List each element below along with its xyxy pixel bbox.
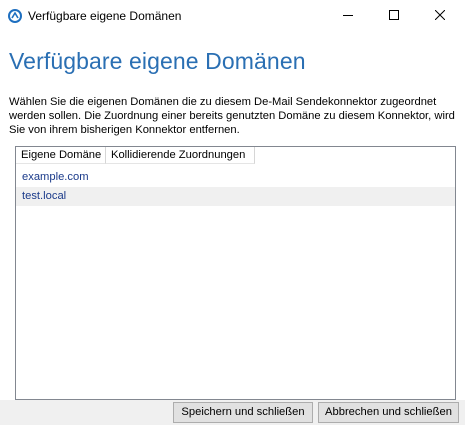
maximize-button[interactable] [371,0,417,31]
save-and-close-button[interactable]: Speichern und schließen [173,402,313,423]
exchange-app-icon [8,9,22,23]
minimize-button[interactable] [325,0,371,31]
cancel-and-close-button[interactable]: Abbrechen und schließen [318,402,459,423]
maximize-icon [389,7,399,25]
list-item[interactable]: test.local [16,187,455,206]
close-icon [434,7,446,25]
close-button[interactable] [417,0,463,31]
domain-list[interactable]: Eigene Domäne Kollidierende Zuordnungen … [15,146,456,400]
title-bar[interactable]: Verfügbare eigene Domänen [0,0,465,31]
description-text: Wählen Sie die eigenen Domänen die zu di… [9,96,455,136]
minimize-icon [343,7,353,25]
column-header-own-domain[interactable]: Eigene Domäne [16,147,106,164]
page-heading: Verfügbare eigene Domänen [9,48,306,74]
domain-cell: test.local [22,190,67,202]
window-title: Verfügbare eigene Domänen [28,9,182,23]
list-item[interactable]: example.com [16,168,455,187]
domain-cell: example.com [22,171,89,183]
column-header-conflicting-assignments[interactable]: Kollidierende Zuordnungen [106,147,255,164]
list-header: Eigene Domäne Kollidierende Zuordnungen [16,147,255,164]
